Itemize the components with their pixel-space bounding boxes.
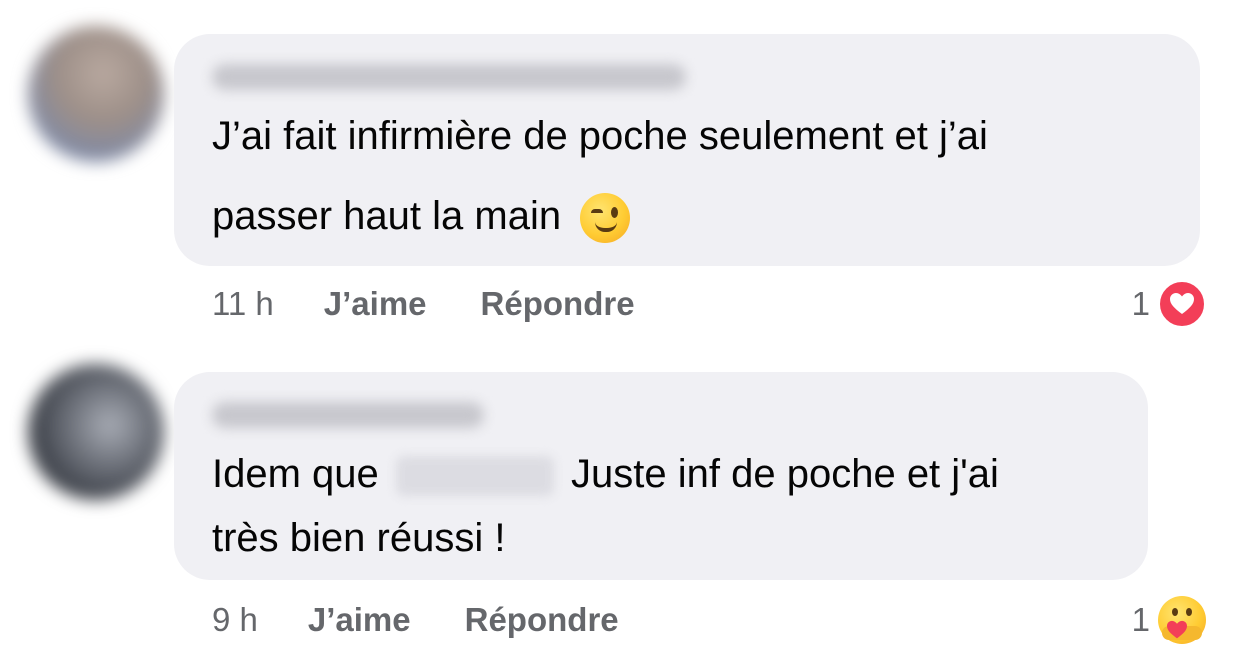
comment-text-line-2: passer haut la main [212, 180, 631, 252]
comment-text-prefix: Idem que [212, 452, 379, 496]
mention-blurred[interactable] [395, 456, 554, 497]
timestamp: 11 h [212, 285, 274, 322]
comment-bubble: J’ai fait infirmière de poche seulement … [174, 34, 1200, 266]
comment-text-line-1: J’ai fait infirmière de poche seulement … [212, 114, 988, 158]
reaction-summary[interactable]: 1 [1132, 280, 1206, 328]
comment-text-line-2-words: passer haut la main [212, 194, 562, 238]
comment-meta: 9 h J’aime Répondre [212, 600, 673, 640]
reaction-summary[interactable]: 1 [1132, 596, 1206, 644]
care-reaction-icon [1158, 596, 1206, 644]
like-button[interactable]: J’aime [308, 601, 411, 639]
like-button[interactable]: J’aime [324, 285, 427, 323]
comment-meta: 11 h J’aime Répondre [212, 284, 689, 324]
comment-text-line-1: Idem que Juste inf de poche et j'ai [212, 438, 999, 510]
winking-face-icon [580, 193, 631, 244]
reaction-count: 1 [1131, 285, 1150, 322]
comment-text-suffix: Juste inf de poche et j'ai [571, 452, 999, 496]
avatar[interactable] [28, 364, 164, 500]
reaction-count: 1 [1131, 601, 1150, 638]
author-name-blurred[interactable] [212, 402, 484, 428]
reply-button[interactable]: Répondre [465, 601, 619, 639]
comment-bubble: Idem que Juste inf de poche et j'ai très… [174, 372, 1148, 580]
avatar[interactable] [28, 26, 164, 162]
reply-button[interactable]: Répondre [481, 285, 635, 323]
comment-text-line-2: très bien réussi ! [212, 516, 506, 560]
timestamp: 9 h [212, 601, 258, 638]
love-reaction-icon [1158, 280, 1206, 328]
author-name-blurred[interactable] [212, 64, 686, 90]
